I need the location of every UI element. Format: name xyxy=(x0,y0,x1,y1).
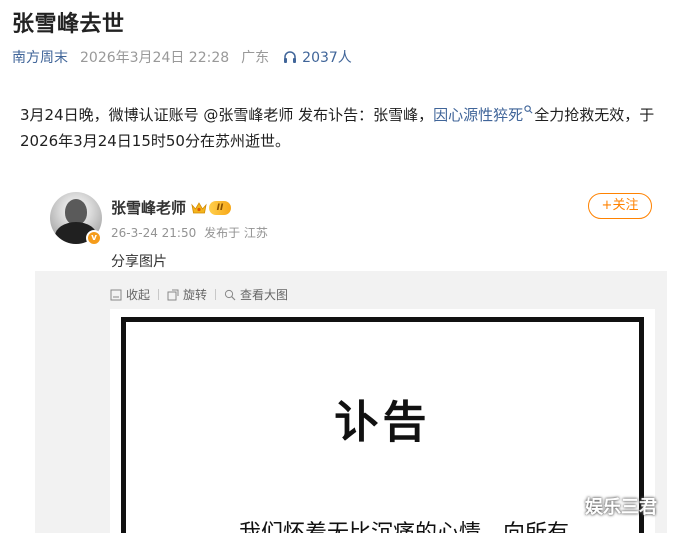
listener-count: 2037人 xyxy=(302,50,352,66)
search-icon[interactable] xyxy=(524,105,533,114)
source-link[interactable]: 南方周末 xyxy=(12,47,68,67)
image-preview-panel: 收起 旋转 查看大图 讣告 xyxy=(35,271,667,533)
rotate-icon xyxy=(167,289,179,300)
level-badge: II xyxy=(209,200,232,215)
article-meta: 南方周末 2026年3月24日 22:28 广东 2037人 xyxy=(12,46,352,68)
body-text-start: 3月24日晚，微博认证账号 @张雪峰老师 发布讣告：张雪峰， xyxy=(20,106,434,124)
rotate-label: 旋转 xyxy=(183,288,208,302)
obituary-image[interactable]: 讣告 我们怀着无比沉痛的心情，向所有 xyxy=(110,309,655,533)
publish-time: 2026年3月24日 22:28 xyxy=(80,50,230,66)
collapse-button[interactable]: 收起 xyxy=(110,286,150,303)
article-title: 张雪峰去世 xyxy=(12,12,125,37)
watermark: 娱乐三君 xyxy=(585,497,657,518)
listen-button[interactable]: 2037人 xyxy=(283,47,352,67)
obituary-border: 讣告 我们怀着无比沉痛的心情，向所有 xyxy=(121,317,644,533)
view-full-button[interactable]: 查看大图 xyxy=(224,286,288,303)
publish-location: 广东 xyxy=(241,50,270,66)
rotate-button[interactable]: 旋转 xyxy=(167,286,207,303)
post-timestamp[interactable]: 26-3-24 21:50 xyxy=(111,226,196,240)
magnifier-icon xyxy=(224,289,236,300)
collapse-icon xyxy=(110,289,122,300)
headphone-icon xyxy=(284,51,297,63)
verified-badge-icon: v xyxy=(86,230,102,246)
search-link[interactable]: 因心源性猝死 xyxy=(433,106,523,124)
post-meta: 26-3-24 21:50 发布于 江苏 xyxy=(111,224,268,241)
weibo-username[interactable]: 张雪峰老师 xyxy=(111,197,186,218)
toolbar-divider xyxy=(158,289,160,300)
follow-button[interactable]: +关注 xyxy=(588,193,652,219)
obituary-first-line: 我们怀着无比沉痛的心情，向所有 xyxy=(239,515,569,533)
post-text: 分享图片 xyxy=(111,254,167,270)
view-full-label: 查看大图 xyxy=(240,288,289,302)
collapse-label: 收起 xyxy=(126,288,151,302)
obituary-title: 讣告 xyxy=(334,397,431,448)
toolbar-divider xyxy=(215,289,217,300)
card-user-row: 张雪峰老师 II xyxy=(111,197,232,218)
image-toolbar: 收起 旋转 查看大图 xyxy=(110,286,288,303)
weibo-embed-card: v 张雪峰老师 II 26-3-24 21:50 发布于 江苏 +关注 分享图片 xyxy=(0,180,683,533)
article-page: 张雪峰去世 南方周末 2026年3月24日 22:28 广东 2037人 3月2… xyxy=(0,0,683,533)
article-body: 3月24日晚，微博认证账号 @张雪峰老师 发布讣告：张雪峰，因心源性猝死 全力抢救… xyxy=(20,102,670,154)
crown-icon xyxy=(191,201,207,213)
post-location: 发布于 江苏 xyxy=(204,226,268,240)
